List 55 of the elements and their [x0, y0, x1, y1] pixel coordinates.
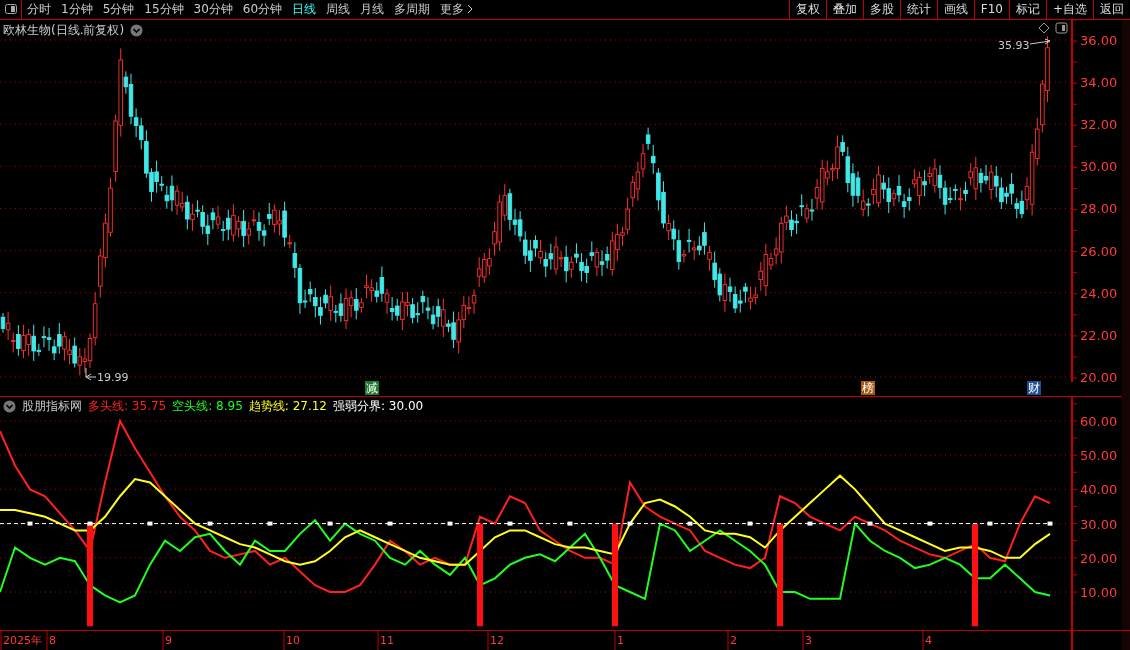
- chevron-icon: [467, 4, 474, 15]
- indicator-name: 股朋指标网: [22, 397, 82, 415]
- collapse-icon[interactable]: [3, 399, 16, 413]
- indicator-axis-label: 50.00: [1080, 447, 1118, 463]
- price-axis-label: 32.00: [1080, 116, 1118, 132]
- panel-icon: [4, 4, 17, 15]
- date-axis-label: 12: [490, 633, 504, 647]
- price-axis-label: 24.00: [1080, 285, 1118, 301]
- period-tab[interactable]: 15分钟: [139, 0, 189, 19]
- price-axis-label: 36.00: [1080, 32, 1118, 48]
- price-axis-label: 34.00: [1080, 74, 1118, 90]
- price-axis-label: 28.00: [1080, 201, 1118, 216]
- period-tab[interactable]: 更多: [435, 0, 479, 19]
- period-tab[interactable]: 30分钟: [188, 0, 238, 19]
- date-axis-label: 1: [617, 633, 624, 647]
- chart-title: 欧林生物(日线.前复权): [3, 21, 125, 39]
- date-axis-label: 11: [380, 633, 394, 647]
- indicator-axis-label: 60.00: [1080, 413, 1118, 429]
- period-tab[interactable]: 5分钟: [97, 0, 140, 19]
- arrow-icon: [85, 367, 97, 380]
- event-badge[interactable]: 榜: [861, 380, 875, 395]
- event-badge[interactable]: 财: [1027, 380, 1041, 395]
- legend-value: 多头线: 35.75: [88, 397, 167, 415]
- low-price-label: 19.99: [97, 370, 129, 384]
- event-badge[interactable]: 减: [365, 380, 379, 395]
- date-axis-label: 9: [165, 633, 172, 647]
- high-price-label: 35.93: [998, 38, 1030, 52]
- indicator-axis-label: 40.00: [1080, 481, 1118, 497]
- legend-value: 强弱分界: 30.00: [333, 397, 424, 415]
- price-axis-label: 20.00: [1080, 369, 1118, 385]
- indicator-axis-label: 30.00: [1080, 516, 1118, 532]
- indicator-axis-label: 10.00: [1080, 584, 1118, 600]
- period-tab[interactable]: 分时: [22, 0, 56, 19]
- legend-value: 空头线: 8.95: [172, 397, 243, 415]
- panel-toggle-icon[interactable]: [1055, 22, 1068, 33]
- date-axis-label: 2025年: [3, 633, 42, 647]
- period-tab[interactable]: 60分钟: [237, 0, 288, 19]
- price-axis-label: 22.00: [1080, 327, 1118, 343]
- date-axis-label: 2: [730, 633, 737, 647]
- arrow-icon: [1029, 38, 1051, 44]
- price-axis-label: 26.00: [1080, 243, 1118, 259]
- diamond-icon: [1038, 22, 1050, 33]
- period-tab[interactable]: 周线: [321, 0, 356, 19]
- legend-value: 趋势线: 27.12: [248, 397, 327, 415]
- date-axis-label: 10: [286, 633, 300, 647]
- date-axis-label: 3: [805, 633, 812, 647]
- period-tab[interactable]: 月线: [355, 0, 390, 19]
- period-tab[interactable]: 日线: [287, 0, 322, 19]
- price-axis-label: 30.00: [1080, 158, 1118, 174]
- dropdown-icon[interactable]: [130, 23, 144, 37]
- period-tab[interactable]: 多周期: [389, 0, 436, 19]
- date-axis-label: 4: [925, 633, 932, 647]
- period-tab[interactable]: 1分钟: [56, 0, 98, 19]
- date-axis-label: 8: [49, 633, 56, 647]
- indicator-axis-label: 20.00: [1080, 550, 1118, 566]
